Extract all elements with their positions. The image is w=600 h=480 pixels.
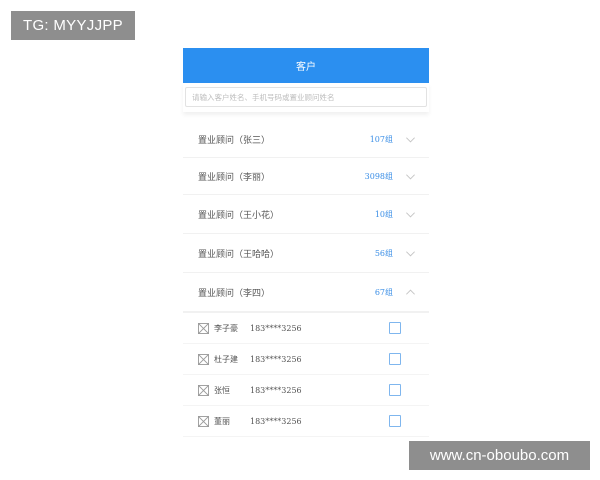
watermark-tg-label: TG: MYYJJPP xyxy=(11,11,135,40)
broken-image-icon xyxy=(198,322,209,334)
customer-checkbox[interactable] xyxy=(389,353,401,365)
advisor-group-row-expanded[interactable]: 置业顾问（李四） 67组 xyxy=(183,273,429,312)
customer-name: 张恒 xyxy=(214,385,230,395)
broken-image-icon xyxy=(198,384,209,396)
customer-screen: 客户 置业顾问（张三） 107组 置业顾问（李丽） 3098组 置业顾问（王小花… xyxy=(183,48,429,437)
customer-checkbox[interactable] xyxy=(389,322,401,334)
customer-phone: 183****3256 xyxy=(250,323,302,333)
customer-name: 董丽 xyxy=(214,416,230,426)
advisor-group-row[interactable]: 置业顾问（张三） 107组 xyxy=(183,121,429,158)
chevron-down-icon[interactable] xyxy=(405,209,416,220)
advisor-group-name: 置业顾问（李四） xyxy=(198,288,271,299)
search-bar xyxy=(183,83,429,112)
chevron-down-icon[interactable] xyxy=(405,171,416,182)
chevron-down-icon[interactable] xyxy=(405,248,416,259)
advisor-group-list: 置业顾问（张三） 107组 置业顾问（李丽） 3098组 置业顾问（王小花） 1… xyxy=(183,121,429,437)
customer-phone: 183****3256 xyxy=(250,385,302,395)
customer-list: 李子豪 183****3256 杜子建 183****3256 张恒 183**… xyxy=(183,312,429,437)
advisor-group-name: 置业顾问（李丽） xyxy=(198,172,271,183)
advisor-group-count: 10组 xyxy=(374,209,393,219)
chevron-down-icon[interactable] xyxy=(405,134,416,145)
page-title: 客户 xyxy=(296,62,316,73)
advisor-group-row[interactable]: 置业顾问（王哈哈） 56组 xyxy=(183,234,429,273)
advisor-group-count: 56组 xyxy=(374,248,393,258)
header-bar: 客户 xyxy=(183,48,429,83)
customer-row[interactable]: 李子豪 183****3256 xyxy=(183,313,429,344)
advisor-group-row[interactable]: 置业顾问（王小花） 10组 xyxy=(183,195,429,234)
customer-row[interactable]: 张恒 183****3256 xyxy=(183,375,429,406)
advisor-group-name: 置业顾问（张三） xyxy=(198,135,271,146)
customer-phone: 183****3256 xyxy=(250,354,302,364)
chevron-up-icon[interactable] xyxy=(405,287,416,298)
search-input[interactable] xyxy=(185,87,427,107)
advisor-group-count: 67组 xyxy=(374,287,393,297)
broken-image-icon xyxy=(198,415,209,427)
customer-row[interactable]: 杜子建 183****3256 xyxy=(183,344,429,375)
advisor-group-row[interactable]: 置业顾问（李丽） 3098组 xyxy=(183,158,429,195)
customer-name: 李子豪 xyxy=(214,323,238,333)
broken-image-icon xyxy=(198,353,209,365)
advisor-group-count: 3098组 xyxy=(364,171,393,181)
advisor-group-name: 置业顾问（王哈哈） xyxy=(198,249,280,260)
customer-checkbox[interactable] xyxy=(389,415,401,427)
advisor-group-name: 置业顾问（王小花） xyxy=(198,210,280,221)
customer-name: 杜子建 xyxy=(214,354,238,364)
customer-checkbox[interactable] xyxy=(389,384,401,396)
customer-row[interactable]: 董丽 183****3256 xyxy=(183,406,429,437)
customer-phone: 183****3256 xyxy=(250,416,302,426)
advisor-group-count: 107组 xyxy=(369,134,393,144)
watermark-site-label: www.cn-oboubo.com xyxy=(409,441,590,470)
